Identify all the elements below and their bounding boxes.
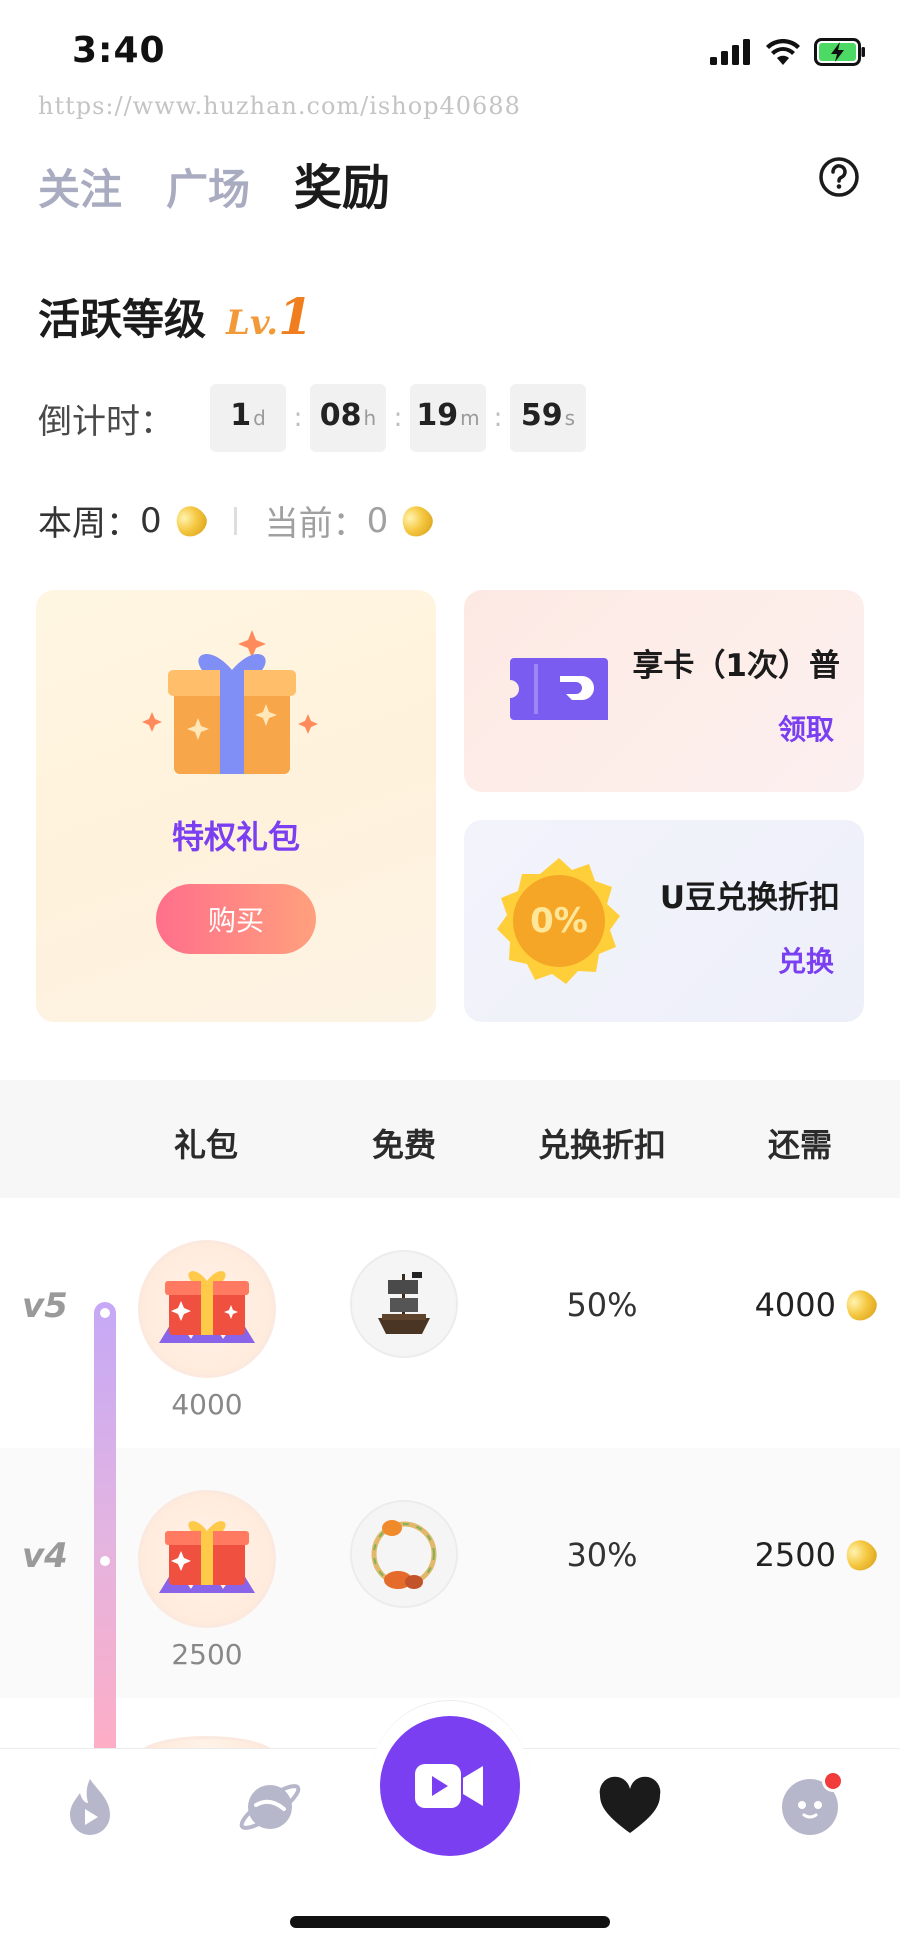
wifi-icon (766, 39, 800, 65)
signal-icon (710, 39, 750, 65)
ticket-card-title: 享卡（1次）普 (632, 648, 840, 684)
discount-seal-icon: 0% (497, 858, 620, 984)
flame-icon[interactable] (58, 1775, 122, 1839)
countdown-minutes: 19 m (410, 384, 486, 452)
ticket-card[interactable]: 享卡（1次）普 领取 (464, 590, 864, 792)
progress-dot (100, 1308, 110, 1318)
level-gift-circle[interactable] (138, 1490, 276, 1628)
gift-price: 4000 (171, 1388, 243, 1421)
video-camera-icon (415, 1764, 483, 1808)
level-progress-track (94, 1302, 116, 1762)
reward-table-header: 礼包 免费 兑换折扣 还需 (0, 1080, 900, 1198)
privilege-gift-name: 特权礼包 (171, 818, 300, 856)
table-row: v5 4000 50% 4000 (0, 1198, 900, 1448)
bean-balance-row: 本周： 0 当前： 0 (38, 496, 438, 545)
claim-link[interactable]: 领取 (778, 708, 834, 748)
countdown-separator: : (393, 403, 403, 433)
status-time: 3:40 (72, 30, 166, 71)
countdown-days-value: 1 (230, 398, 252, 433)
current-beans-value: 0 (366, 500, 389, 541)
countdown-hours: 08 h (310, 384, 386, 452)
notification-dot (822, 1770, 844, 1792)
buy-button[interactable]: 购买 (156, 884, 316, 954)
discount-card[interactable]: 0% U豆兑换折扣 兑换 (464, 820, 864, 1022)
heart-icon[interactable] (598, 1775, 662, 1839)
bean-icon (840, 1284, 882, 1326)
tab-follow[interactable]: 关注 (38, 156, 122, 217)
header-discount: 兑换折扣 (537, 1126, 666, 1164)
countdown-hours-value: 08 (319, 398, 362, 433)
discount-value: 30% (566, 1536, 638, 1574)
week-beans-value: 0 (140, 500, 162, 541)
countdown-days-unit: d (253, 406, 266, 430)
pirate-ship-icon (378, 1272, 430, 1334)
discount-value: 50% (566, 1286, 638, 1324)
table-row: v4 2500 30% 2500 (0, 1448, 900, 1698)
need-value: 4000 (754, 1286, 836, 1324)
exchange-link[interactable]: 兑换 (778, 940, 834, 980)
countdown-seconds-value: 59 (520, 398, 563, 433)
gift-price: 2500 (171, 1638, 243, 1671)
countdown-seconds-unit: s (564, 406, 576, 430)
countdown-separator: : (493, 403, 503, 433)
countdown-label: 倒计时： (38, 401, 174, 442)
bean-icon (840, 1534, 882, 1576)
ticket-icon (510, 658, 608, 720)
pumpkin-frame-icon (371, 1520, 437, 1589)
gift-box-icon (142, 630, 318, 774)
level-badge-number: 1 (278, 287, 313, 346)
free-item-circle[interactable] (350, 1500, 458, 1608)
current-beans-label: 当前： (264, 504, 367, 544)
countdown-hours-unit: h (363, 406, 377, 430)
header-gift: 礼包 (173, 1126, 238, 1164)
discount-seal-text: 0% (530, 901, 588, 941)
discount-card-title: U豆兑换折扣 (659, 880, 840, 916)
top-tabs: 关注 广场 奖励 (38, 148, 390, 218)
divider (233, 506, 237, 535)
row-level: v4 (22, 1536, 68, 1576)
free-item-circle[interactable] (350, 1250, 458, 1358)
activity-level-title: 活跃等级 (38, 295, 207, 344)
activity-level-row: 活跃等级 Lv.1 (38, 286, 313, 347)
need-value: 2500 (754, 1536, 836, 1574)
level-badge-prefix: Lv. (226, 303, 279, 343)
tab-square[interactable]: 广场 (166, 156, 250, 217)
progress-dot (100, 1556, 110, 1566)
countdown-days: 1d (210, 384, 286, 452)
countdown-separator: : (293, 403, 303, 433)
battery-charging-icon (814, 38, 865, 66)
planet-icon[interactable] (238, 1775, 302, 1839)
tab-rewards[interactable]: 奖励 (294, 148, 390, 218)
privilege-gift-card[interactable]: 特权礼包 购买 (36, 590, 436, 1022)
level-badge: Lv.1 (226, 287, 313, 346)
header-need: 还需 (767, 1126, 832, 1164)
help-icon[interactable] (818, 156, 860, 198)
countdown-minutes-value: 19 (416, 398, 459, 433)
row-level: v5 (22, 1286, 68, 1326)
bean-icon (396, 500, 438, 541)
watermark-url: https://www.huzhan.com/ishop40688 (38, 92, 521, 120)
countdown: 倒计时： 1d : 08 h : 19 m : 59 s (38, 384, 586, 452)
level-gift-circle[interactable] (138, 1240, 276, 1378)
week-beans-label: 本周： (38, 504, 140, 544)
countdown-seconds: 59 s (510, 384, 586, 452)
gift-package-icon (159, 1271, 255, 1343)
bean-icon (170, 500, 212, 541)
gift-package-icon (159, 1521, 255, 1593)
record-video-button[interactable] (380, 1716, 520, 1856)
status-icons (710, 38, 866, 66)
home-indicator (290, 1916, 610, 1928)
header-free: 免费 (371, 1126, 436, 1164)
countdown-minutes-unit: m (460, 406, 480, 430)
